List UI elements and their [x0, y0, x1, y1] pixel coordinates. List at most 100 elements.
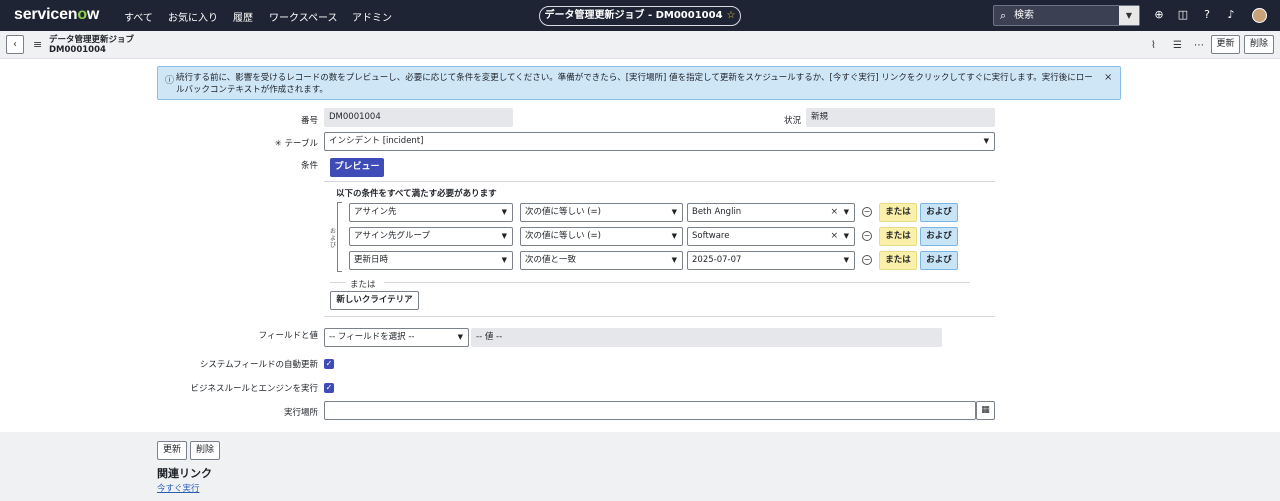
search-icon: ⌕: [1000, 9, 1007, 22]
top-navigation: servicenow すべて お気に入り 履歴 ワークスペース アドミン データ…: [0, 0, 1280, 31]
run-at-label: 実行場所: [283, 408, 318, 418]
condition-value-select[interactable]: Beth Anglin × ▼: [687, 203, 855, 222]
condition-field-select[interactable]: アサイン先 ▼: [349, 203, 513, 222]
calendar-icon[interactable]: ▦: [976, 401, 995, 420]
auto-update-label: システムフィールドの自動更新: [199, 360, 318, 370]
condition-value: Software: [692, 231, 730, 241]
table-label: テーブル: [284, 139, 319, 149]
form-header: ‹ ≡ データ管理更新ジョブ DM0001004 ⌇ ☰ ⋯ 更新 削除: [0, 31, 1280, 59]
nav-admin[interactable]: アドミン: [352, 9, 392, 24]
condition-value-select[interactable]: 2025-07-07 ▼: [687, 251, 855, 270]
or-button[interactable]: または: [879, 203, 917, 222]
more-icon[interactable]: ⋯: [1194, 40, 1204, 51]
condition-value-select[interactable]: Software × ▼: [687, 227, 855, 246]
record-title-pill[interactable]: データ管理更新ジョブ - DM0001004 ☆: [539, 6, 741, 26]
remove-condition-icon[interactable]: −: [862, 207, 872, 217]
info-message: ⓘ 続行する前に、影響を受けるレコードの数をプレビューし、必要に応じて条件を変更…: [157, 66, 1121, 100]
condition-operator-select[interactable]: 次の値に等しい (=) ▼: [520, 203, 683, 222]
business-rules-label: ビジネスルールとエンジンを実行: [190, 384, 318, 394]
and-button[interactable]: および: [920, 251, 958, 270]
global-search[interactable]: ⌕ ▼: [993, 5, 1140, 26]
or-button[interactable]: または: [879, 251, 917, 270]
condition-operator-value: 次の値に等しい (=): [525, 207, 601, 217]
menu-icon[interactable]: ≡: [33, 38, 42, 51]
field-select[interactable]: -- フィールドを選択 -- ▼: [324, 328, 469, 347]
related-links-title: 関連リンク: [157, 467, 212, 480]
preview-button[interactable]: プレビュー: [330, 158, 384, 177]
status-label: 状況: [783, 116, 801, 126]
attachment-icon[interactable]: ⌇: [1151, 40, 1156, 51]
servicenow-logo[interactable]: servicenow: [14, 6, 99, 24]
bell-icon[interactable]: ♪: [1225, 9, 1237, 21]
nav-history[interactable]: 履歴: [233, 9, 253, 24]
footer-delete-button[interactable]: 削除: [190, 441, 220, 460]
required-icon: ✳: [274, 139, 282, 149]
info-icon: ⓘ: [165, 76, 175, 86]
chevron-down-icon: ▼: [501, 256, 507, 264]
help-icon[interactable]: ?: [1201, 9, 1213, 21]
condition-operator-value: 次の値と一致: [525, 255, 577, 265]
fields-label: フィールドと値: [258, 331, 318, 341]
remove-condition-icon[interactable]: −: [862, 255, 872, 265]
and-button[interactable]: および: [920, 203, 958, 222]
table-select[interactable]: インシデント [incident] ▼: [324, 132, 995, 151]
condition-field-select[interactable]: アサイン先グループ ▼: [349, 227, 513, 246]
condition-operator-select[interactable]: 次の値に等しい (=) ▼: [520, 227, 683, 246]
or-button[interactable]: または: [879, 227, 917, 246]
header-delete-button[interactable]: 削除: [1244, 35, 1274, 54]
condition-field-value: アサイン先: [354, 207, 397, 217]
condition-divider: [324, 181, 995, 182]
field-select-value: -- フィールドを選択 --: [329, 332, 415, 342]
condition-field-select[interactable]: 更新日時 ▼: [349, 251, 513, 270]
clear-icon[interactable]: ×: [830, 204, 838, 221]
and-vertical-label: および: [330, 228, 337, 249]
header-update-button[interactable]: 更新: [1211, 35, 1240, 54]
chevron-down-icon: ▼: [671, 208, 677, 216]
nav-workspaces[interactable]: ワークスペース: [269, 9, 338, 24]
record-title: データ管理更新ジョブ - DM0001004: [544, 10, 723, 21]
status-field: 新規: [806, 108, 995, 127]
number-field: DM0001004: [324, 108, 513, 127]
condition-operator-select[interactable]: 次の値と一致 ▼: [520, 251, 683, 270]
or-divider-line: [330, 282, 346, 283]
clear-icon[interactable]: ×: [830, 228, 838, 245]
close-icon[interactable]: ×: [1104, 72, 1112, 83]
star-icon[interactable]: ☆: [727, 10, 736, 21]
globe-icon[interactable]: ⊕: [1153, 9, 1165, 21]
condition-operator-value: 次の値に等しい (=): [525, 231, 601, 241]
form-title: データ管理更新ジョブ DM0001004: [49, 35, 134, 55]
auto-update-checkbox[interactable]: ✓: [324, 359, 334, 369]
chevron-down-icon: ▼: [671, 256, 677, 264]
run-at-input[interactable]: [324, 401, 976, 420]
back-button[interactable]: ‹: [6, 35, 24, 54]
chevron-down-icon[interactable]: ▼: [1119, 6, 1139, 25]
chevron-down-icon: ▼: [983, 137, 989, 145]
chevron-down-icon: ▼: [457, 333, 463, 341]
form-title-line2: DM0001004: [49, 45, 106, 55]
chevron-down-icon: ▼: [501, 208, 507, 216]
table-select-value: インシデント [incident]: [329, 136, 424, 146]
nav-all[interactable]: すべて: [124, 9, 153, 24]
condition-heading: 以下の条件をすべて満たす必要があります: [336, 189, 497, 199]
condition-field-value: 更新日時: [354, 255, 389, 265]
run-now-link[interactable]: 今すぐ実行: [157, 482, 200, 494]
remove-condition-icon[interactable]: −: [862, 231, 872, 241]
settings-icon[interactable]: ☰: [1173, 40, 1182, 51]
chevron-down-icon: ▼: [671, 232, 677, 240]
chevron-down-icon: ▼: [843, 232, 849, 240]
condition-label: 条件: [300, 161, 318, 171]
business-rules-checkbox[interactable]: ✓: [324, 383, 334, 393]
nav-favorites[interactable]: お気に入り: [168, 9, 218, 24]
condition-value: Beth Anglin: [692, 207, 742, 217]
condition-value: 2025-07-07: [692, 255, 742, 265]
and-button[interactable]: および: [920, 227, 958, 246]
value-field: -- 値 --: [471, 328, 942, 347]
avatar[interactable]: [1252, 8, 1267, 23]
footer-update-button[interactable]: 更新: [157, 441, 187, 460]
chat-icon[interactable]: ◫: [1177, 9, 1189, 21]
info-text: 続行する前に、影響を受けるレコードの数をプレビューし、必要に応じて条件を変更して…: [176, 73, 1093, 95]
condition-end-divider: [324, 316, 995, 317]
condition-field-value: アサイン先グループ: [354, 231, 430, 241]
search-input[interactable]: [1014, 8, 1110, 23]
new-criteria-button[interactable]: 新しいクライテリア: [330, 291, 419, 310]
